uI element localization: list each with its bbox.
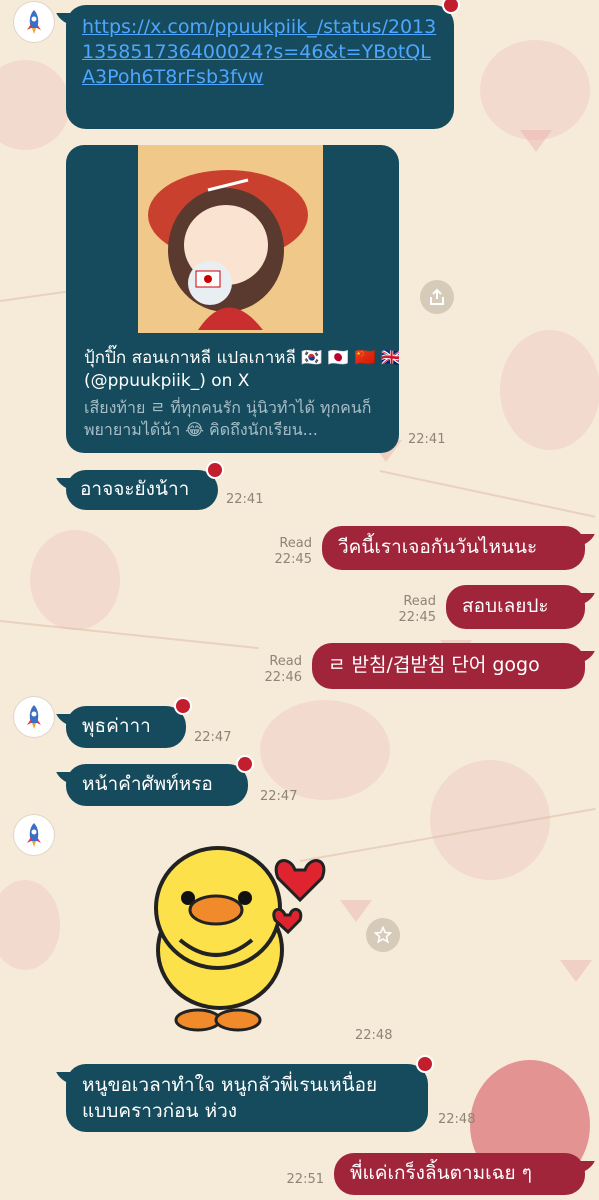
rocket-icon: [27, 705, 41, 729]
message-bubble[interactable]: หน้าคำศัพท์หรอ: [66, 757, 252, 806]
contact-avatar[interactable]: [14, 815, 54, 855]
preview-title: ปุ้กปิ๊ก สอนเกาหลี แปลเกาหลี 🇰🇷 🇯🇵 🇨🇳 🇬🇧…: [84, 348, 399, 391]
preview-description: เสียงท้าย ㄹ ที่ทุกคนรัก นุ่นิวทำได้ ทุกค…: [84, 398, 372, 439]
favorite-sticker-button[interactable]: [366, 918, 400, 952]
message-text: วีคนี้เราเจอกันวันไหนนะ: [338, 536, 538, 558]
read-receipt: Read 22:46: [264, 654, 302, 685]
heart-icon: [418, 1057, 432, 1071]
contact-avatar[interactable]: [14, 697, 54, 737]
message-text: ㄹ 받침/겹받침 단어 gogo: [328, 654, 540, 676]
duck-sticker: [154, 846, 326, 1032]
link-preview-card[interactable]: ปุ้กปิ๊ก สอนเกาหลี แปลเกาหลี 🇰🇷 🇯🇵 🇨🇳 🇬🇧…: [66, 145, 399, 453]
message-text: พุธค่าาา: [82, 715, 151, 737]
heart-icon: [176, 699, 190, 713]
message-bubble[interactable]: พี่แค่เกร็งลิ้นตามเฉย ๆ: [334, 1153, 585, 1195]
message-text: สอบเลยปะ: [462, 595, 549, 617]
preview-image: [138, 145, 323, 333]
rocket-icon: [27, 823, 41, 847]
message-bubble[interactable]: หนูขอเวลาทำใจ หนูกลัวพี่เรนเหนื่อยแบบครา…: [66, 1057, 432, 1132]
shared-link[interactable]: https://x.com/ppuukpiik_/status/20131358…: [82, 16, 436, 88]
message-time: 22:47: [194, 730, 232, 745]
message-time: 22:48: [438, 1112, 476, 1127]
message-time: 22:48: [355, 1028, 393, 1043]
message-text: พี่แค่เกร็งลิ้นตามเฉย ๆ: [350, 1162, 532, 1184]
contact-avatar[interactable]: [14, 2, 54, 42]
heart-icon: [238, 757, 252, 771]
message-bubble[interactable]: วีคนี้เราเจอกันวันไหนนะ: [322, 526, 585, 570]
message-bubble[interactable]: พุธค่าาา: [66, 699, 190, 748]
read-receipt: Read 22:45: [398, 594, 436, 625]
star-icon: [374, 926, 392, 944]
message-text: หน้าคำศัพท์หรอ: [82, 773, 213, 795]
heart-icon: [208, 463, 222, 477]
message-time: 22:51: [286, 1172, 324, 1187]
message-text: อาจจะยังน้าา: [80, 478, 190, 500]
share-icon: [430, 288, 444, 305]
rocket-icon: [27, 10, 41, 34]
message-bubble[interactable]: สอบเลยปะ: [446, 585, 585, 629]
message-link-bubble[interactable]: https://x.com/ppuukpiik_/status/20131358…: [66, 0, 458, 129]
message-bubble[interactable]: ㄹ 받침/겹받침 단어 gogo: [312, 643, 585, 689]
share-button[interactable]: [420, 280, 454, 314]
message-time: 22:41: [408, 432, 446, 447]
sticker-message[interactable]: [140, 840, 340, 1035]
message-time: 22:41: [226, 492, 264, 507]
message-bubble[interactable]: อาจจะยังน้าา: [66, 463, 222, 510]
message-text: หนูขอเวลาทำใจ หนูกลัวพี่เรนเหนื่อยแบบครา…: [82, 1074, 378, 1122]
message-time: 22:47: [260, 789, 298, 804]
read-receipt: Read 22:45: [274, 536, 312, 567]
